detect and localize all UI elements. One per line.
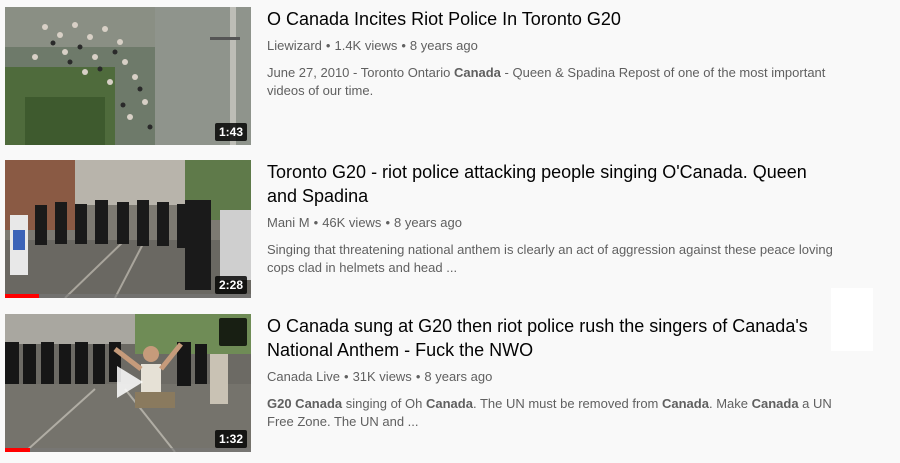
view-count: 1.4K views (334, 38, 398, 53)
video-description: Singing that threatening national anthem… (267, 241, 861, 277)
video-result-1[interactable]: 1:43 O Canada Incites Riot Police In Tor… (5, 7, 900, 145)
view-count: 31K views (352, 369, 412, 384)
separator-dot: • (313, 215, 319, 230)
video-duration: 2:28 (214, 276, 247, 294)
separator-dot: • (415, 369, 421, 384)
video-title[interactable]: O Canada Incites Riot Police In Toronto … (267, 7, 827, 31)
description-text: singing of Oh (342, 396, 426, 411)
description-text: June 27, 2010 - Toronto Ontario (267, 65, 454, 80)
video-description: June 27, 2010 - Toronto Ontario Canada -… (267, 64, 861, 100)
description-text: Singing that threatening national anthem… (267, 242, 833, 275)
description-text: . Make (708, 396, 752, 411)
video-byline: Liewizard • 1.4K views • 8 years ago (267, 37, 861, 55)
video-meta: O Canada sung at G20 then riot police ru… (251, 314, 861, 452)
video-thumbnail[interactable]: 1:32 (5, 314, 251, 452)
separator-dot: • (401, 38, 406, 53)
video-thumbnail[interactable]: 1:43 (5, 7, 251, 145)
progress-track (5, 448, 251, 452)
separator-dot: • (325, 38, 331, 53)
upload-age: 8 years ago (394, 215, 462, 230)
description-highlight: Canada (662, 396, 709, 411)
overlay-box (831, 288, 873, 351)
channel-name[interactable]: Liewizard (267, 38, 322, 53)
video-meta: Toronto G20 - riot police attacking peop… (251, 160, 861, 298)
video-result-2[interactable]: 2:28 Toronto G20 - riot police attacking… (5, 160, 900, 298)
separator-dot: • (385, 215, 390, 230)
description-text: . The UN must be removed from (472, 396, 662, 411)
channel-name[interactable]: Canada Live (267, 369, 340, 384)
description-highlight: Canada (751, 396, 799, 411)
channel-name[interactable]: Mani M (267, 215, 310, 230)
video-duration: 1:32 (214, 430, 247, 448)
watched-progress-bar (5, 294, 40, 298)
video-duration: 1:43 (214, 123, 247, 141)
watched-progress-bar (5, 448, 30, 452)
video-title[interactable]: O Canada sung at G20 then riot police ru… (267, 314, 827, 362)
video-result-3[interactable]: 1:32 O Canada sung at G20 then riot poli… (5, 314, 900, 452)
separator-dot: • (344, 369, 349, 384)
video-thumbnail[interactable]: 2:28 (5, 160, 251, 298)
play-icon (117, 366, 143, 398)
progress-track (5, 294, 251, 298)
upload-age: 8 years ago (409, 38, 478, 53)
description-highlight: Canada (425, 396, 473, 411)
video-meta: O Canada Incites Riot Police In Toronto … (251, 7, 861, 145)
video-description: G20 Canada singing of Oh Canada. The UN … (267, 395, 861, 431)
video-title[interactable]: Toronto G20 - riot police attacking peop… (267, 160, 827, 208)
video-byline: Mani M • 46K views • 8 years ago (267, 214, 861, 232)
description-highlight: G20 Canada (267, 396, 343, 411)
upload-age: 8 years ago (424, 369, 493, 384)
description-highlight: Canada (453, 65, 501, 80)
view-count: 46K views (322, 215, 382, 230)
video-byline: Canada Live • 31K views • 8 years ago (267, 368, 861, 386)
clock-icon[interactable] (219, 318, 247, 346)
